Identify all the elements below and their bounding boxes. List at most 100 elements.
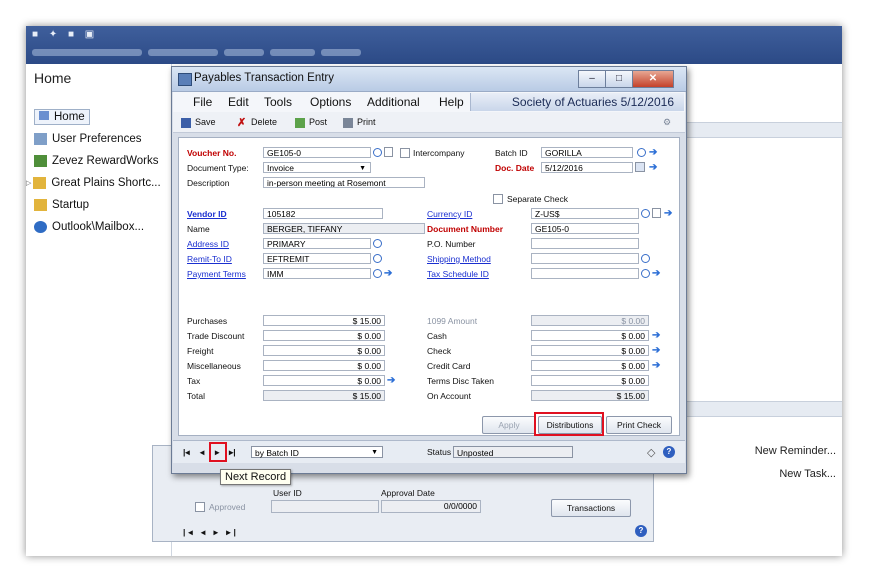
docdate-label: Doc. Date <box>495 163 535 173</box>
credit-card-label: Credit Card <box>427 361 471 371</box>
print-button[interactable]: Print <box>343 117 376 128</box>
description-field[interactable]: in-person meeting at Rosemont <box>263 177 425 188</box>
separate-check-checkbox[interactable] <box>493 194 503 204</box>
taxsched-lookup-icon[interactable] <box>641 269 650 278</box>
nav-item-shortcuts[interactable]: ▷ Great Plains Shortc... <box>26 172 161 194</box>
cash-field[interactable]: $ 0.00 <box>531 330 649 341</box>
voucher-note-icon[interactable] <box>384 147 393 157</box>
apply-button[interactable]: Apply <box>482 416 536 434</box>
menu-file[interactable]: File <box>193 95 212 109</box>
nav-item-startup[interactable]: Startup <box>34 194 161 216</box>
note-icon[interactable]: ◇ <box>647 446 655 459</box>
delete-button[interactable]: ✗ Delete <box>237 117 277 128</box>
total-field: $ 15.00 <box>263 390 385 401</box>
remit-field[interactable]: EFTREMIT <box>263 253 371 264</box>
behind-record-nav[interactable]: |◂ ◂ ▸ ▸| <box>183 527 239 538</box>
terms-field[interactable]: IMM <box>263 268 371 279</box>
menu-edit[interactable]: Edit <box>228 95 249 109</box>
currency-id-link[interactable]: Currency ID <box>427 209 472 219</box>
help-icon[interactable]: ? <box>635 525 647 537</box>
print-check-button[interactable]: Print Check <box>606 416 672 434</box>
misc-field[interactable]: $ 0.00 <box>263 360 385 371</box>
remit-to-link[interactable]: Remit-To ID <box>187 254 232 264</box>
menu-tools[interactable]: Tools <box>264 95 292 109</box>
first-record-icon[interactable]: |◂ <box>183 447 190 458</box>
batch-lookup-icon[interactable] <box>637 148 646 157</box>
shipping-lookup-icon[interactable] <box>641 254 650 263</box>
quick-access-icons[interactable]: ■ ✦ ■ ▣ <box>32 29 98 40</box>
taxsched-field[interactable] <box>531 268 639 279</box>
on-account-field: $ 15.00 <box>531 390 649 401</box>
purchases-field[interactable]: $ 15.00 <box>263 315 385 326</box>
post-button[interactable]: Post <box>295 117 327 128</box>
currency-note-icon[interactable] <box>652 208 661 218</box>
vendor-id-field[interactable]: 105182 <box>263 208 383 219</box>
trade-discount-field[interactable]: $ 0.00 <box>263 330 385 341</box>
credit-card-field[interactable]: $ 0.00 <box>531 360 649 371</box>
voucher-field[interactable]: GE105-0 <box>263 147 371 158</box>
doctype-select[interactable]: Invoice ▼ <box>263 162 371 173</box>
last-record-icon[interactable]: ▸| <box>229 447 236 458</box>
tax-field[interactable]: $ 0.00 <box>263 375 385 386</box>
shipping-method-link[interactable]: Shipping Method <box>427 254 491 264</box>
credit-card-expand-icon[interactable]: ➔ <box>652 361 662 371</box>
menu-options[interactable]: Options <box>310 95 351 109</box>
shipping-field[interactable] <box>531 253 639 264</box>
cash-expand-icon[interactable]: ➔ <box>652 331 662 341</box>
docdate-field[interactable]: 5/12/2016 <box>541 162 633 173</box>
currency-field[interactable]: Z-US$ <box>531 208 639 219</box>
new-reminder-link[interactable]: New Reminder... <box>755 445 836 457</box>
approval-date-field: 0/0/0000 <box>381 500 481 513</box>
freight-field[interactable]: $ 0.00 <box>263 345 385 356</box>
address-lookup-icon[interactable] <box>373 239 382 248</box>
nav-item-user-preferences[interactable]: User Preferences <box>34 128 161 150</box>
home-header: Home <box>34 70 72 86</box>
cash-label: Cash <box>427 331 447 341</box>
po-label: P.O. Number <box>427 239 476 249</box>
terms-disc-field[interactable]: $ 0.00 <box>531 375 649 386</box>
taxsched-expand-icon[interactable]: ➔ <box>652 269 662 279</box>
sort-select[interactable]: by Batch ID ▼ <box>251 446 383 458</box>
navigation-bar[interactable] <box>32 47 452 59</box>
menu-help[interactable]: Help <box>439 95 464 109</box>
section-header-2 <box>682 401 842 417</box>
docdate-expand-icon[interactable]: ➔ <box>649 163 659 173</box>
minimize-button[interactable]: – <box>578 70 606 88</box>
tools-icon[interactable]: ⚙ <box>663 117 671 128</box>
remit-lookup-icon[interactable] <box>373 254 382 263</box>
approved-checkbox[interactable] <box>195 502 205 512</box>
nav-item-outlook[interactable]: Outlook\Mailbox... <box>34 216 161 238</box>
tax-expand-icon[interactable]: ➔ <box>387 376 397 386</box>
nav-item-zevez[interactable]: Zevez RewardWorks <box>34 150 161 172</box>
trade-discount-label: Trade Discount <box>187 331 245 341</box>
intercompany-checkbox[interactable] <box>400 148 410 158</box>
previous-record-icon[interactable]: ◂ <box>200 447 204 458</box>
menu-additional[interactable]: Additional <box>367 95 420 109</box>
address-id-link[interactable]: Address ID <box>187 239 229 249</box>
check-field[interactable]: $ 0.00 <box>531 345 649 356</box>
batch-field[interactable]: GORILLA <box>541 147 633 158</box>
expand-icon[interactable]: ▷ <box>26 179 31 187</box>
docnum-field[interactable]: GE105-0 <box>531 223 639 234</box>
maximize-button[interactable]: □ <box>605 70 633 88</box>
check-expand-icon[interactable]: ➔ <box>652 346 662 356</box>
new-task-link[interactable]: New Task... <box>779 468 836 480</box>
nav-item-home[interactable]: Home <box>34 106 161 128</box>
close-button[interactable]: ✕ <box>632 70 674 88</box>
terms-lookup-icon[interactable] <box>373 269 382 278</box>
batch-expand-icon[interactable]: ➔ <box>649 148 659 158</box>
address-field[interactable]: PRIMARY <box>263 238 371 249</box>
window-help-icon[interactable]: ? <box>663 446 675 458</box>
tax-schedule-link[interactable]: Tax Schedule ID <box>427 269 489 279</box>
calendar-icon[interactable] <box>635 162 645 172</box>
payment-terms-link[interactable]: Payment Terms <box>187 269 246 279</box>
terms-expand-icon[interactable]: ➔ <box>384 269 394 279</box>
save-button[interactable]: Save <box>181 117 216 128</box>
transactions-button[interactable]: Transactions <box>551 499 631 517</box>
vendor-id-link[interactable]: Vendor ID <box>187 209 227 219</box>
currency-expand-icon[interactable]: ➔ <box>664 209 674 219</box>
voucher-lookup-icon[interactable] <box>373 148 382 157</box>
user-id-field <box>271 500 379 513</box>
currency-lookup-icon[interactable] <box>641 209 650 218</box>
po-field[interactable] <box>531 238 639 249</box>
